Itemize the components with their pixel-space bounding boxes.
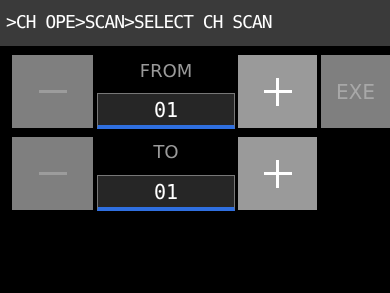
plus-icon	[263, 77, 292, 106]
from-increment-button[interactable]	[238, 55, 317, 128]
plus-icon	[263, 159, 292, 188]
exe-button[interactable]: EXE	[321, 55, 390, 128]
to-decrement-button[interactable]	[12, 137, 93, 210]
from-decrement-button[interactable]	[12, 55, 93, 128]
breadcrumb-title: >CH OPE>SCAN>SELECT CH SCAN	[0, 0, 390, 46]
to-increment-button[interactable]	[238, 137, 317, 210]
to-label: TO	[153, 142, 179, 163]
minus-icon	[38, 90, 67, 93]
exe-label: EXE	[336, 79, 375, 104]
to-value-field[interactable]: 01	[97, 175, 235, 211]
from-label: FROM	[139, 61, 193, 82]
from-value-field[interactable]: 01	[97, 93, 235, 129]
minus-icon	[38, 172, 67, 175]
